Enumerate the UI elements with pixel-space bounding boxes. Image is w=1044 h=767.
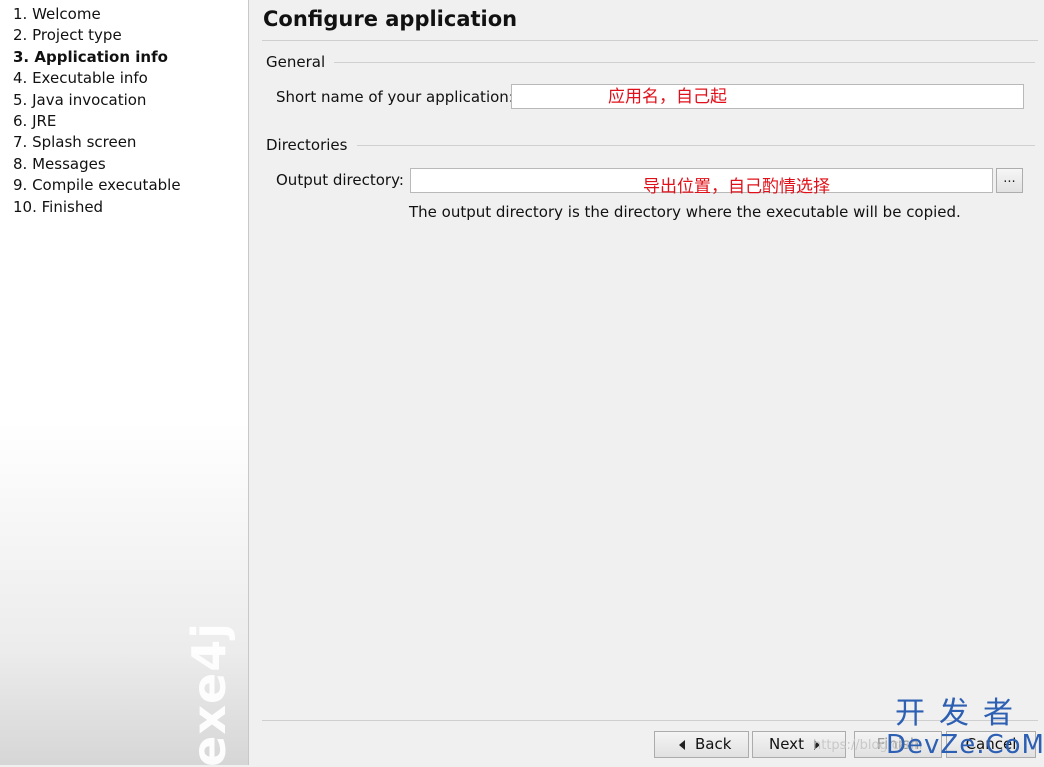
output-directory-annotation: 导出位置，自己酌情选择 xyxy=(643,177,830,197)
browse-button[interactable]: ... xyxy=(996,168,1023,193)
step-jre[interactable]: 6. JRE xyxy=(13,111,248,132)
step-java-invocation[interactable]: 5. Java invocation xyxy=(13,90,248,111)
logo-english-text: DevZe.CoM xyxy=(886,730,1044,760)
step-project-type[interactable]: 2. Project type xyxy=(13,25,248,46)
step-messages[interactable]: 8. Messages xyxy=(13,154,248,175)
short-name-label: Short name of your application: xyxy=(276,88,514,106)
step-finished[interactable]: 10. Finished xyxy=(13,197,248,218)
step-welcome[interactable]: 1. Welcome xyxy=(13,4,248,25)
arrow-left-icon xyxy=(679,739,685,750)
back-button[interactable]: Back xyxy=(654,731,749,758)
general-section-divider xyxy=(334,62,1035,63)
main-panel: Configure application General Short name… xyxy=(249,0,1044,765)
devze-logo: 开发者 DevZe.CoM xyxy=(886,696,1044,760)
wizard-steps: 1. Welcome 2. Project type 3. Applicatio… xyxy=(0,0,248,218)
output-directory-hint: The output directory is the directory wh… xyxy=(409,203,961,221)
step-executable-info[interactable]: 4. Executable info xyxy=(13,68,248,89)
wizard-sidebar: 1. Welcome 2. Project type 3. Applicatio… xyxy=(0,0,249,767)
short-name-input[interactable] xyxy=(511,84,1024,109)
short-name-annotation: 应用名，自己起 xyxy=(608,87,727,107)
general-section-label: General xyxy=(266,53,326,71)
directories-section-divider xyxy=(357,145,1035,146)
step-compile-executable[interactable]: 9. Compile executable xyxy=(13,175,248,196)
step-splash-screen[interactable]: 7. Splash screen xyxy=(13,132,248,153)
logo-chinese-text: 开发者 xyxy=(895,696,1027,731)
output-directory-label: Output directory: xyxy=(276,171,404,189)
next-button-label: Next xyxy=(769,735,804,753)
back-button-label: Back xyxy=(695,735,732,753)
title-divider xyxy=(262,40,1038,41)
exe4j-logo: exe4j xyxy=(182,622,236,767)
step-application-info[interactable]: 3. Application info xyxy=(13,47,248,68)
directories-section-label: Directories xyxy=(266,136,348,154)
page-title: Configure application xyxy=(263,7,518,31)
